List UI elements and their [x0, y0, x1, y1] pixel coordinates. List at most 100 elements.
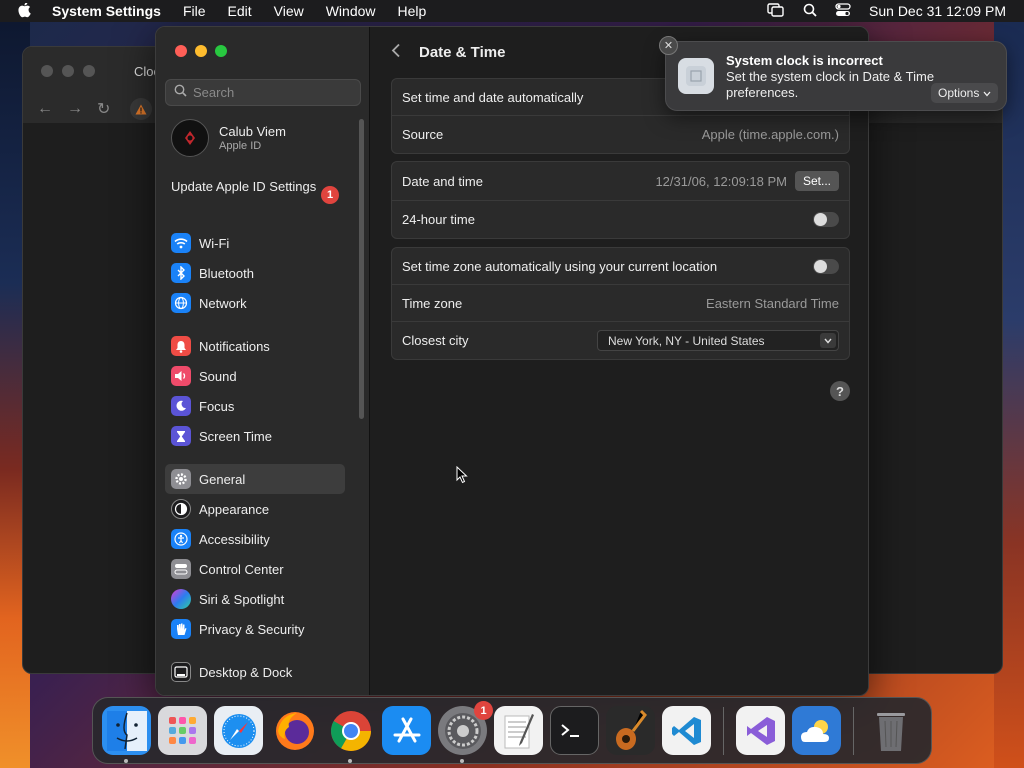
dock-notification-badge: 1 — [474, 701, 493, 720]
menu-file[interactable]: File — [183, 3, 206, 19]
sidebar-scrollbar[interactable] — [359, 119, 364, 419]
appearance-icon — [171, 499, 191, 519]
notification-options-button[interactable]: Options — [931, 83, 999, 103]
mouse-cursor-icon — [456, 465, 468, 489]
sidebar-item-label: Wi-Fi — [199, 235, 230, 251]
sidebar-item-label: Privacy & Security — [199, 621, 305, 637]
minimize-window-button[interactable] — [195, 45, 207, 57]
date-and-time-value: 12/31/06, 12:09:18 PM — [655, 173, 787, 189]
system-settings-icon — [678, 58, 714, 94]
bell-icon — [171, 336, 191, 356]
textedit-icon[interactable] — [494, 706, 543, 755]
help-button[interactable]: ? — [830, 381, 850, 401]
chrome-icon[interactable] — [326, 706, 375, 763]
sidebar-item-sound[interactable]: Sound — [165, 361, 345, 391]
sidebar-item-privacy-security[interactable]: Privacy & Security — [165, 614, 345, 644]
menu-help[interactable]: Help — [398, 3, 427, 19]
menu-view[interactable]: View — [274, 3, 304, 19]
content-header: Date & Time — [391, 43, 505, 62]
sidebar-item-notifications[interactable]: Notifications — [165, 331, 345, 361]
sidebar-search[interactable] — [165, 79, 361, 106]
close-window-button[interactable] — [175, 45, 187, 57]
vscode-icon[interactable] — [662, 706, 711, 755]
launchpad-icon[interactable] — [158, 706, 207, 755]
settings-content: Date & Time Set time and date automatica… — [371, 27, 868, 695]
sidebar-item-label: Control Center — [199, 561, 284, 577]
warning-icon[interactable] — [130, 98, 153, 120]
finder-icon[interactable] — [102, 706, 151, 763]
sidebar-item-label: Desktop & Dock — [199, 664, 293, 680]
browser-close-button[interactable] — [41, 65, 53, 77]
menu-bar: System Settings File Edit View Window He… — [0, 0, 1024, 22]
safari-icon[interactable] — [214, 706, 263, 755]
time-zone-row: Time zone Eastern Standard Time — [392, 285, 849, 322]
sidebar-group-general: General Appearance Accessibility Control… — [165, 464, 345, 644]
sidebar-item-label: Accessibility — [199, 531, 270, 547]
sidebar-item-control-center[interactable]: Control Center — [165, 554, 345, 584]
time-zone-group: Set time zone automatically using your c… — [391, 247, 850, 360]
sidebar-item-appearance[interactable]: Appearance — [165, 494, 345, 524]
menu-window[interactable]: Window — [326, 3, 376, 19]
speaker-icon — [171, 366, 191, 386]
menu-app-name[interactable]: System Settings — [52, 3, 161, 19]
closest-city-value: New York, NY - United States — [608, 333, 765, 348]
sidebar-group-notifications: Notifications Sound Focus Screen Time — [165, 331, 345, 451]
visual-studio-icon[interactable] — [736, 706, 785, 755]
24-hour-time-row: 24-hour time — [392, 201, 849, 238]
page-title: Date & Time — [419, 44, 506, 61]
sidebar-item-accessibility[interactable]: Accessibility — [165, 524, 345, 554]
24-hour-time-toggle[interactable] — [813, 212, 839, 227]
sidebar-item-general[interactable]: General — [165, 464, 345, 494]
menubar-clock[interactable]: Sun Dec 31 12:09 PM — [869, 3, 1006, 19]
app-store-icon[interactable] — [382, 706, 431, 755]
time-zone-value: Eastern Standard Time — [706, 295, 839, 311]
siri-icon — [171, 589, 191, 609]
closest-city-select[interactable]: New York, NY - United States — [597, 330, 839, 351]
trash-icon[interactable] — [866, 706, 915, 755]
terminal-icon[interactable] — [550, 706, 599, 755]
notification-banner[interactable]: System clock is incorrect Set the system… — [665, 41, 1007, 111]
bluetooth-icon — [171, 263, 191, 283]
back-chevron-icon[interactable] — [391, 43, 401, 62]
sidebar-item-bluetooth[interactable]: Bluetooth — [165, 258, 345, 288]
set-date-button[interactable]: Set... — [794, 171, 839, 191]
window-controls — [175, 45, 227, 57]
update-apple-id-item[interactable]: Update Apple ID Settings 1 — [171, 179, 341, 204]
date-and-time-label: Date and time — [402, 173, 483, 189]
sidebar-item-focus[interactable]: Focus — [165, 391, 345, 421]
control-center-menubar-icon[interactable] — [835, 2, 851, 20]
browser-zoom-button[interactable] — [83, 65, 95, 77]
back-arrow-icon[interactable]: ← — [37, 100, 53, 118]
system-settings-dock-icon[interactable]: 1 — [438, 701, 493, 763]
source-value[interactable]: Apple (time.apple.com.) — [702, 127, 839, 142]
sidebar-item-network[interactable]: Network — [165, 288, 345, 318]
browser-minimize-button[interactable] — [62, 65, 74, 77]
settings-sidebar: Calub Viem Apple ID Update Apple ID Sett… — [156, 27, 370, 695]
screen-mirroring-icon[interactable] — [767, 2, 785, 20]
apple-menu-icon[interactable] — [18, 3, 34, 19]
sidebar-item-wifi[interactable]: Wi-Fi — [165, 228, 345, 258]
notification-close-button[interactable]: ✕ — [659, 36, 678, 55]
spotlight-search-icon[interactable] — [803, 3, 817, 20]
system-settings-window: Calub Viem Apple ID Update Apple ID Sett… — [155, 26, 869, 696]
forward-arrow-icon[interactable]: → — [67, 100, 83, 118]
reload-icon[interactable]: ↻ — [97, 99, 110, 119]
account-subtitle: Apple ID — [219, 140, 262, 152]
options-label: Options — [938, 86, 980, 100]
sidebar-item-siri-spotlight[interactable]: Siri & Spotlight — [165, 584, 345, 614]
search-input[interactable] — [193, 85, 353, 100]
weather-icon[interactable] — [792, 706, 841, 755]
apple-id-account[interactable]: Calub Viem Apple ID — [171, 119, 286, 157]
update-apple-id-label: Update Apple ID Settings — [171, 179, 317, 194]
chevron-down-icon — [983, 86, 991, 100]
sidebar-item-screen-time[interactable]: Screen Time — [165, 421, 345, 451]
menu-edit[interactable]: Edit — [228, 3, 252, 19]
source-label: Source — [402, 127, 444, 142]
zoom-window-button[interactable] — [215, 45, 227, 57]
set-time-zone-automatically-toggle[interactable] — [813, 258, 839, 274]
sidebar-item-desktop-dock[interactable]: Desktop & Dock — [165, 657, 345, 687]
garageband-icon[interactable] — [606, 706, 655, 755]
closest-city-row: Closest city New York, NY - United State… — [392, 322, 849, 359]
firefox-icon[interactable] — [270, 706, 319, 755]
notification-title: System clock is incorrect — [726, 53, 883, 68]
